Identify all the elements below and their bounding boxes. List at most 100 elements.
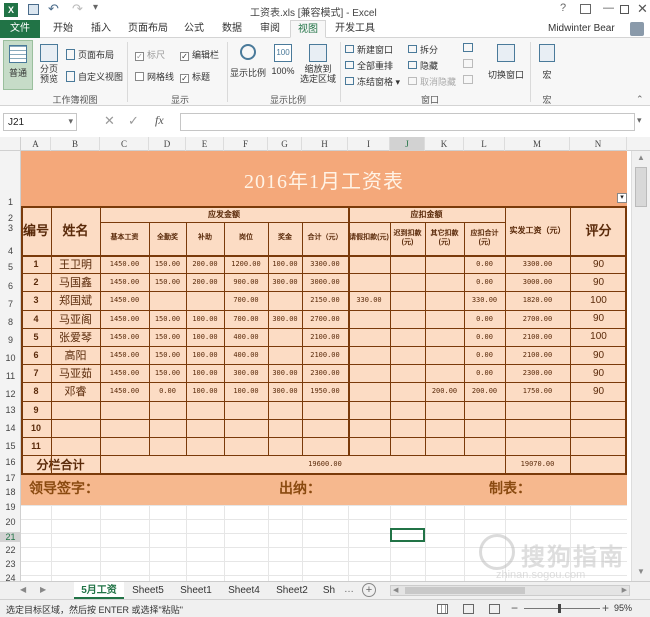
scroll-up-icon[interactable]: ▲ [637, 153, 645, 162]
zoom-slider[interactable] [524, 604, 600, 613]
column-header-B[interactable]: B [51, 137, 100, 151]
vertical-scroll-thumb[interactable] [635, 167, 647, 207]
ruler-checkbox[interactable]: ✓ 标尺 [135, 48, 165, 61]
scroll-left-icon[interactable]: ◀ [393, 586, 398, 594]
select-all-corner[interactable] [0, 137, 21, 151]
zoom-out-icon[interactable]: − [511, 601, 518, 615]
vertical-scrollbar[interactable]: ▲ ▼ [631, 151, 650, 581]
column-header-D[interactable]: D [149, 137, 186, 151]
minimize-icon[interactable]: — [603, 2, 614, 14]
hide-button[interactable]: 隐藏 [408, 59, 438, 72]
insert-function-icon[interactable]: fx [155, 113, 164, 128]
column-header-E[interactable]: E [186, 137, 224, 151]
arrange-all-button[interactable]: 全部重排 [345, 59, 393, 72]
expand-formula-bar-icon[interactable]: ▾ [637, 115, 642, 126]
column-header-L[interactable]: L [464, 137, 505, 151]
sheet-tab[interactable]: Sheet4 [222, 582, 266, 599]
page-break-preview-button[interactable]: 分页 预览 [36, 40, 62, 90]
save-icon[interactable] [28, 4, 39, 15]
row-header-18[interactable]: 18 [0, 487, 21, 497]
normal-view-button[interactable]: 普通 [3, 40, 33, 90]
column-header-C[interactable]: C [100, 137, 149, 151]
scroll-down-icon[interactable]: ▼ [637, 567, 645, 576]
row-header-5[interactable]: 5 [0, 262, 21, 272]
tab-home[interactable]: 开始 [44, 20, 82, 38]
sheet-tab-active[interactable]: 5月工资 [74, 582, 124, 599]
row-header-19[interactable]: 19 [0, 502, 21, 512]
formula-bar-checkbox[interactable]: ✓ 编辑栏 [180, 48, 219, 61]
row-header-22[interactable]: 22 [0, 545, 21, 555]
row-header-21[interactable]: 21 [0, 532, 21, 542]
formula-input[interactable] [180, 113, 635, 131]
unhide-button[interactable]: 取消隐藏 [408, 75, 456, 88]
normal-view-icon[interactable] [437, 604, 448, 614]
sheet-tab[interactable]: Sheet1 [174, 582, 218, 599]
zoom-100-button[interactable]: 100 100% [268, 40, 298, 90]
qat-customize-icon[interactable]: ▾ [93, 2, 98, 13]
horizontal-scroll-thumb[interactable] [405, 587, 525, 594]
avatar[interactable] [630, 22, 644, 36]
next-sheet-icon[interactable]: ▶ [40, 585, 46, 594]
column-header-K[interactable]: K [425, 137, 464, 151]
column-header-I[interactable]: I [348, 137, 390, 151]
enter-entry-icon[interactable]: ✓ [128, 113, 139, 129]
row-header-3[interactable]: 3 [0, 223, 21, 233]
row-header-12[interactable]: 12 [0, 389, 21, 399]
column-header-J[interactable]: J [390, 137, 425, 151]
prev-sheet-icon[interactable]: ◀ [20, 585, 26, 594]
row-header-4[interactable]: 4 [0, 246, 21, 256]
row-header-10[interactable]: 10 [0, 353, 21, 363]
collapse-ribbon-icon[interactable]: ⌃ [636, 94, 644, 105]
restore-icon[interactable] [620, 5, 629, 14]
row-header-20[interactable]: 20 [0, 517, 21, 527]
zoom-level[interactable]: 95% [614, 603, 632, 613]
account-name[interactable]: Midwinter Bear [548, 23, 615, 34]
row-header-17[interactable]: 17 [0, 473, 21, 483]
column-header-G[interactable]: G [268, 137, 302, 151]
new-sheet-icon[interactable]: + [362, 583, 376, 597]
macros-button[interactable]: 宏 [535, 40, 559, 90]
page-layout-icon[interactable] [463, 604, 474, 614]
horizontal-scrollbar[interactable]: ◀ ▶ [390, 585, 630, 596]
reset-position-icon[interactable] [463, 75, 473, 84]
row-header-8[interactable]: 8 [0, 317, 21, 327]
column-header-N[interactable]: N [570, 137, 627, 151]
column-header-H[interactable]: H [302, 137, 348, 151]
row-header-6[interactable]: 6 [0, 281, 21, 291]
row-header-2[interactable]: 2 [0, 213, 21, 223]
zoom-to-selection-button[interactable]: 缩放到 选定区域 [298, 40, 338, 90]
zoom-button[interactable]: 显示比例 [230, 40, 266, 90]
row-header-23[interactable]: 23 [0, 559, 21, 569]
tab-page-layout[interactable]: 页面布局 [122, 20, 174, 38]
scroll-right-icon[interactable]: ▶ [622, 586, 627, 594]
split-button[interactable]: 拆分 [408, 43, 438, 56]
worksheet-grid[interactable]: 2016年1月工资表 ▾ 编号 姓名 应发金额 应扣金额 实发工资（元） 评分 基本工资 全勤奖 补… [21, 151, 631, 581]
headings-checkbox[interactable]: ✓ 标题 [180, 70, 210, 83]
gridlines-checkbox[interactable]: 网格线 [135, 70, 174, 83]
row-header-14[interactable]: 14 [0, 423, 21, 433]
new-window-button[interactable]: 新建窗口 [345, 43, 393, 56]
more-sheets-icon[interactable]: … [344, 584, 354, 595]
zoom-in-icon[interactable]: + [602, 601, 609, 615]
custom-views-button[interactable]: 自定义视图 [66, 70, 123, 83]
column-header-A[interactable]: A [21, 137, 51, 151]
close-icon[interactable]: ✕ [637, 1, 648, 17]
tab-insert[interactable]: 插入 [82, 20, 120, 38]
sync-scroll-icon[interactable] [463, 59, 473, 68]
row-header-7[interactable]: 7 [0, 299, 21, 309]
redo-icon[interactable]: ↷ [72, 1, 83, 17]
help-icon[interactable]: ? [560, 2, 566, 14]
tab-data[interactable]: 数据 [214, 20, 250, 38]
filter-dropdown-icon[interactable]: ▾ [617, 193, 627, 203]
tab-view[interactable]: 视图 [290, 20, 326, 38]
column-header-F[interactable]: F [224, 137, 268, 151]
row-header-1[interactable]: 1 [0, 197, 21, 207]
row-header-13[interactable]: 13 [0, 405, 21, 415]
undo-icon[interactable]: ↶ [48, 1, 59, 17]
page-layout-button[interactable]: 页面布局 [66, 48, 114, 61]
tab-formulas[interactable]: 公式 [176, 20, 212, 38]
freeze-panes-button[interactable]: 冻结窗格 ▾ [345, 75, 400, 88]
row-header-11[interactable]: 11 [0, 371, 21, 381]
sheet-tab[interactable]: Sheet2 [270, 582, 314, 599]
name-box[interactable]: J21 ▾ [3, 113, 77, 131]
